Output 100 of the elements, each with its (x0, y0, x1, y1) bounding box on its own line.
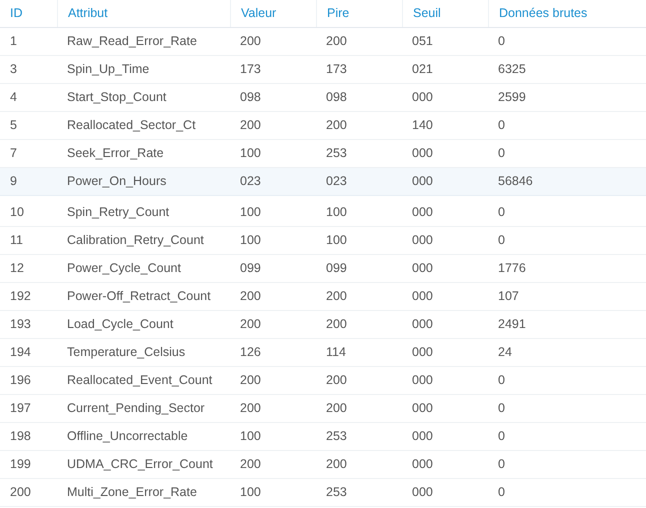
table-cell-text: 0 (497, 33, 506, 50)
table-cell-text: 0 (497, 456, 506, 474)
table-cell-text: Power-Off_Retract_Count (66, 288, 212, 306)
table-cell-text: 000 (411, 204, 434, 222)
table-cell-text: 100 (239, 204, 262, 222)
table-cell-text: Calibration_Retry_Count (66, 232, 205, 250)
table-cell-text: 0 (497, 145, 506, 162)
table-cell-text: 198 (9, 428, 32, 446)
column-header[interactable]: ID (0, 0, 57, 27)
table-cell-text: 2599 (497, 89, 527, 106)
table-cell-text: 7 (9, 145, 18, 162)
table-cell-text: 56846 (497, 173, 534, 190)
table-cell-text: 24 (497, 344, 513, 362)
table-cell-text: 000 (411, 232, 434, 250)
table-cell-text: 173 (239, 61, 262, 78)
table-cell-text: Load_Cycle_Count (66, 316, 174, 334)
table-cell-text: 200 (325, 117, 348, 134)
table-cell-text: Power_Cycle_Count (66, 260, 182, 278)
table-cell-text: Spin_Up_Time (66, 61, 150, 78)
table-cell-text: Reallocated_Sector_Ct (66, 117, 197, 134)
table-cell-text: 200 (325, 316, 348, 334)
table-cell-text: 0 (497, 484, 506, 502)
table-cell-text: Reallocated_Event_Count (66, 372, 214, 390)
table-cell-text: 021 (411, 61, 434, 78)
table-cell-text: 194 (9, 344, 32, 362)
table-cell-text: 200 (325, 400, 348, 418)
table-cell-text: 200 (325, 33, 348, 50)
table-cell-text: 000 (411, 288, 434, 306)
table-cell-text: Power_On_Hours (66, 173, 168, 190)
table-cell-text: 200 (239, 117, 262, 134)
table-cell-text: 000 (411, 428, 434, 446)
table-cell-text: Raw_Read_Error_Rate (66, 33, 198, 50)
table-cell-text: 000 (411, 400, 434, 418)
table-cell-text: 173 (325, 61, 348, 78)
table-cell-text: 200 (239, 316, 262, 334)
table-cell-text: 0 (497, 400, 506, 418)
table-cell-text: 200 (239, 33, 262, 50)
table-cell-text: 253 (325, 145, 348, 162)
column-header[interactable]: Données brutes (488, 0, 646, 27)
table-cell-text: 100 (239, 232, 262, 250)
table-cell-text: 0 (497, 232, 506, 250)
table-cell-text: 100 (325, 232, 348, 250)
table-cell-text: 100 (239, 484, 262, 502)
table-row[interactable]: 9 Power_On_Hours 023 023 000 56846 (0, 168, 646, 196)
table-cell-text: Multi_Zone_Error_Rate (66, 484, 198, 502)
table-cell-text: 9 (9, 173, 18, 190)
table-cell-text: 100 (325, 204, 348, 222)
table-cell-text: 200 (325, 288, 348, 306)
table-cell-text: 200 (239, 372, 262, 390)
table-cell-text: Offline_Uncorrectable (66, 428, 189, 446)
table-cell-text: 051 (411, 33, 434, 50)
table-cell-text: 1 (9, 33, 18, 50)
table-cell-text: 000 (411, 260, 434, 278)
table-cell-text: 000 (411, 484, 434, 502)
table-cell-text: 12 (9, 260, 25, 278)
table-cell-text: 2491 (497, 316, 527, 334)
table-cell-text: 200 (239, 456, 262, 474)
column-header[interactable]: Pire (316, 0, 402, 27)
table-cell-text: 11 (9, 232, 24, 250)
table-cell-text: Spin_Retry_Count (66, 204, 170, 222)
table-cell-text: 140 (411, 117, 434, 134)
table-cell-text: 253 (325, 484, 348, 502)
table-cell-text: 114 (325, 344, 347, 362)
column-header[interactable]: Seuil (402, 0, 488, 27)
table-cell-text: 199 (9, 456, 32, 474)
table-cell-text: 098 (239, 89, 262, 106)
table-cell-text: 6325 (497, 61, 527, 78)
table-cell-text: 0 (497, 117, 506, 134)
table-cell-text: 100 (239, 428, 262, 446)
table-cell-text: 100 (239, 145, 262, 162)
table-cell-text: 197 (9, 400, 32, 418)
table-cell-text: UDMA_CRC_Error_Count (66, 456, 214, 474)
table-cell-text: 0 (497, 372, 506, 390)
table-cell-text: 000 (411, 145, 434, 162)
table-cell-text: 200 (325, 372, 348, 390)
table-cell-text: 000 (411, 372, 434, 390)
table-cell-text: 099 (239, 260, 262, 278)
table-cell-text: 200 (239, 400, 262, 418)
table-cell-text: 192 (9, 288, 32, 306)
table-cell-text: 4 (9, 89, 18, 106)
table-cell-text: 10 (9, 204, 25, 222)
table-cell-text: 200 (325, 456, 348, 474)
table-cell-text: 0 (497, 428, 506, 446)
table-cell-text: 098 (325, 89, 348, 106)
table-cell-text: 5 (9, 117, 18, 134)
table-cell-text: 200 (9, 484, 32, 502)
table-cell-text: 023 (325, 173, 348, 190)
table-cell-text: 000 (411, 456, 434, 474)
table-cell-text: 107 (497, 288, 520, 306)
table-cell-text: Seek_Error_Rate (66, 145, 165, 162)
column-header[interactable]: Attribut (57, 0, 230, 27)
table-cell-text: 000 (411, 173, 434, 190)
table-cell-text: 126 (239, 344, 262, 362)
table-cell-text: 000 (411, 89, 434, 106)
table-cell-text: Current_Pending_Sector (66, 400, 206, 418)
table-cell-text: 023 (239, 173, 262, 190)
table-cell-text: 000 (411, 316, 434, 334)
table-cell-text: 099 (325, 260, 348, 278)
column-header[interactable]: Valeur (230, 0, 316, 27)
table-cell-text: 0 (497, 204, 506, 222)
